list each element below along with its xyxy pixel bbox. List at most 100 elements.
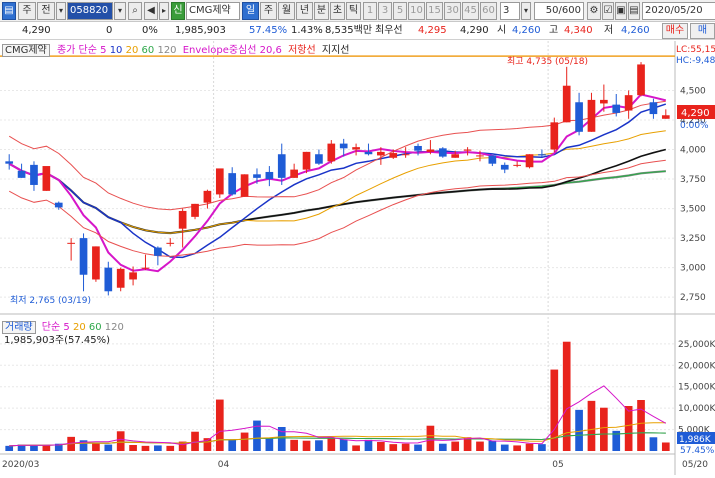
- period-minute-button[interactable]: 분: [314, 2, 329, 20]
- candle-body: [5, 161, 14, 164]
- highest-price-annotation: 최고 4,735 (05/18): [507, 56, 588, 67]
- interval-select[interactable]: 3: [500, 2, 520, 20]
- speaker-icon[interactable]: ◀: [144, 2, 158, 20]
- price-tick-label: 4,000: [680, 146, 706, 156]
- interval-30-button[interactable]: 30: [444, 2, 461, 20]
- period-week-button[interactable]: 주: [260, 2, 277, 20]
- candle-body: [116, 268, 125, 288]
- volume-bar: [253, 420, 261, 451]
- period-month-button[interactable]: 월: [278, 2, 295, 20]
- quote-info-row: 4,290 0 0% 1,985,903 57.45% 1.43% 8,535백…: [0, 22, 715, 40]
- volume-value: 1,985,903: [175, 25, 226, 36]
- candle-body: [253, 174, 261, 178]
- volume-bar: [649, 437, 658, 451]
- period-tick-button[interactable]: 틱: [346, 2, 361, 20]
- date-field[interactable]: 2020/05/20: [642, 2, 715, 20]
- candle-body: [277, 154, 286, 178]
- volume-bar: [438, 443, 447, 451]
- candle-body: [302, 151, 311, 170]
- lowest-price-annotation: 최저 2,765 (03/19): [10, 295, 91, 306]
- price-tick-label: 3,000: [680, 264, 706, 274]
- volume-bar: [154, 445, 162, 451]
- price-volume-chart[interactable]: 4,5004,2504,0003,7503,5003,2503,0002,750…: [0, 41, 715, 475]
- candle-body: [389, 153, 398, 158]
- data-count-field[interactable]: 50/600: [534, 2, 584, 20]
- nav-icon[interactable]: ▸: [159, 2, 169, 20]
- support-legend: 지지선: [321, 45, 350, 56]
- print-icon[interactable]: ▤: [628, 2, 640, 20]
- volume-bar: [538, 444, 546, 451]
- interval-dropdown-icon[interactable]: ▾: [521, 2, 531, 20]
- ma5-legend: 5: [100, 45, 107, 56]
- stock-name-field[interactable]: CMG제약: [186, 2, 240, 20]
- turnover-percent: 57.45%: [249, 25, 288, 36]
- interval-5-button[interactable]: 5: [393, 2, 407, 20]
- dropdown-arrow-icon[interactable]: ▾: [56, 2, 66, 20]
- candle-body: [141, 267, 150, 269]
- candle-body: [575, 102, 583, 132]
- volume-label[interactable]: 거래량: [2, 321, 36, 334]
- menu-button-1[interactable]: 주: [18, 2, 36, 20]
- volume-bar: [513, 445, 521, 451]
- candle-body: [600, 99, 608, 104]
- interval-45-button[interactable]: 45: [462, 2, 479, 20]
- ma60-legend: 60: [141, 45, 155, 56]
- candle-body: [401, 154, 410, 156]
- menu-button-2[interactable]: 전: [37, 2, 55, 20]
- period-second-button[interactable]: 초: [330, 2, 345, 20]
- period-year-button[interactable]: 년: [296, 2, 313, 20]
- candle-body: [377, 151, 385, 156]
- volume-bar: [5, 445, 14, 451]
- candle-body: [426, 149, 435, 152]
- candle-body: [538, 154, 546, 156]
- candle-body: [476, 155, 484, 157]
- save-icon[interactable]: ▣: [615, 2, 627, 20]
- current-price-label: 4,290: [681, 108, 710, 119]
- volume-bar: [228, 439, 237, 451]
- settings-icon[interactable]: ⚙: [587, 2, 601, 20]
- interval-15-button[interactable]: 15: [426, 2, 443, 20]
- period-day-button[interactable]: 일: [242, 2, 259, 20]
- volume-bar: [414, 444, 422, 451]
- candle-body: [240, 174, 249, 197]
- trade-amount: 8,535백만: [325, 25, 373, 36]
- interval-1-button[interactable]: 1: [363, 2, 377, 20]
- ma10-legend: 10: [109, 45, 123, 56]
- new-listing-badge: 신: [171, 2, 185, 20]
- current-price: 4,290: [22, 25, 51, 36]
- chart-toolbar: ▤ 주 전 ▾ 058820 ▾ ⌕ ◀ ▸ 신 CMG제약 일 주 월 년 분…: [0, 0, 715, 22]
- volume-bar: [141, 445, 150, 451]
- code-dropdown-icon[interactable]: ▾: [114, 2, 126, 20]
- open-price: 4,260: [512, 25, 541, 36]
- candle-body: [513, 164, 521, 166]
- stock-name-label[interactable]: CMG제약: [2, 44, 50, 57]
- volume-bar: [290, 439, 298, 451]
- volume-bar: [575, 409, 583, 451]
- stock-code-input[interactable]: 058820: [67, 2, 113, 20]
- candle-body: [562, 85, 571, 123]
- volume-bar: [451, 441, 460, 451]
- sell-button[interactable]: 매: [690, 23, 715, 39]
- chart-menu-icon[interactable]: ▤: [2, 2, 16, 20]
- volume-bar: [525, 443, 534, 451]
- candle-body: [587, 99, 596, 132]
- candle-body: [649, 102, 658, 115]
- buy-button[interactable]: 매수: [662, 23, 688, 39]
- volume-bar: [624, 406, 633, 451]
- volume-bar: [364, 439, 373, 451]
- current-volume-label: 1,986K: [679, 435, 712, 445]
- interval-60-button[interactable]: 60: [480, 2, 497, 20]
- checkbox-icon[interactable]: ☑: [602, 2, 614, 20]
- volume-bar: [302, 440, 311, 451]
- volume-tick-label: 25,000K: [678, 340, 715, 350]
- search-icon[interactable]: ⌕: [128, 2, 142, 20]
- interval-10-button[interactable]: 10: [408, 2, 425, 20]
- volume-bar: [377, 442, 385, 451]
- interval-3-button[interactable]: 3: [378, 2, 392, 20]
- volume-bar: [389, 444, 398, 451]
- candle-body: [550, 122, 559, 150]
- volume-bar: [104, 444, 113, 451]
- volume-bar: [339, 439, 348, 451]
- price-tick-label: 3,750: [680, 175, 706, 185]
- chart-area[interactable]: 4,500 4,250 4,000 3,750 3,500 3,250 3,000 2,750…: [0, 41, 715, 475]
